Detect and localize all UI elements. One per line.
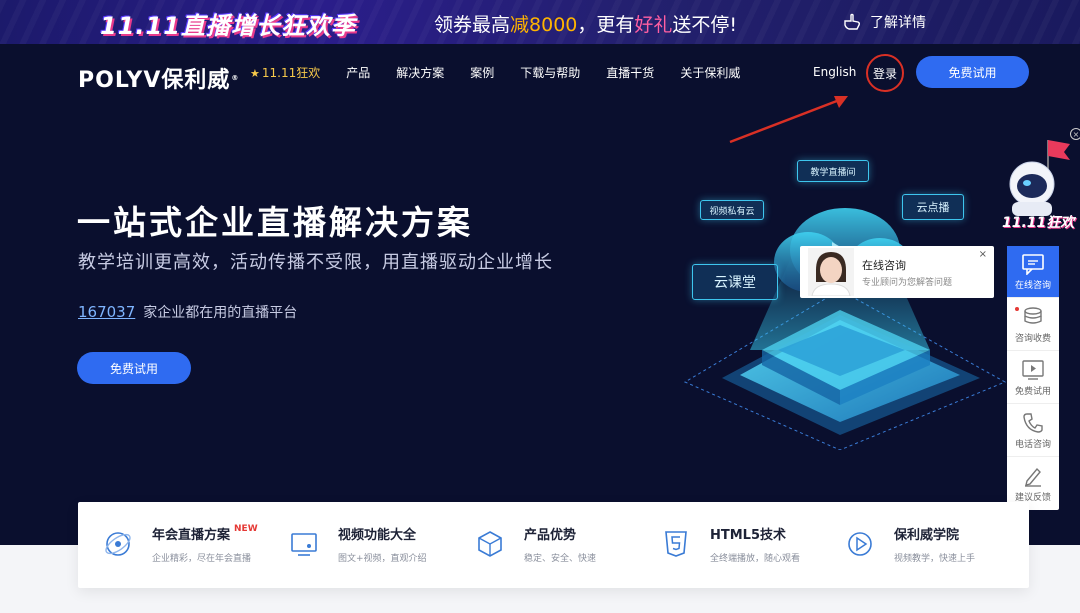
coins-icon — [1024, 306, 1042, 324]
hero-title: 一站式企业直播解决方案 — [77, 203, 473, 242]
main-nav: ★ 11.11狂欢 产品 解决方案 案例 下载与帮助 直播干货 关于保利威 — [250, 64, 766, 81]
play-screen-icon — [1022, 359, 1044, 380]
feature-item-annual-live[interactable]: 年会直播方案 NEW 企业精彩，尽在年会直播 — [102, 524, 258, 564]
hero-subtitle: 教学培训更高效，活动传播不受限，用直播驱动企业增长 — [78, 252, 553, 273]
consultant-avatar — [808, 248, 854, 296]
feature-item-advantages[interactable]: 产品优势 稳定、安全、快速 — [474, 524, 596, 564]
nav-item-downloads[interactable]: 下载与帮助 — [520, 64, 580, 81]
feature-title: HTML5技术 — [710, 528, 787, 543]
play-circle-icon — [848, 532, 872, 556]
tag-teaching-live: 教学直播间 — [797, 160, 869, 182]
nav-item-products[interactable]: 产品 — [346, 64, 370, 81]
free-trial-button[interactable]: 免费试用 — [916, 56, 1029, 88]
consult-popup[interactable]: 在线咨询 专业顾问为您解答问题 × — [800, 246, 994, 298]
login-button[interactable]: 登录 — [866, 54, 904, 92]
promo-detail-label: 了解详情 — [870, 15, 926, 31]
phone-icon — [1023, 412, 1043, 433]
language-switch[interactable]: English — [813, 65, 856, 79]
mascot-label: 11.11狂欢 — [1002, 215, 1075, 231]
feature-desc: 全终端播放，随心观看 — [710, 554, 801, 564]
pointing-hand-icon — [844, 13, 861, 30]
nav-item-live-tips[interactable]: 直播干货 — [606, 64, 654, 81]
html5-icon — [665, 531, 687, 557]
nav-item-cases[interactable]: 案例 — [470, 64, 494, 81]
cloud-illustration: 教学直播间 视频私有云 云点播 云课堂 — [680, 150, 1010, 451]
star-icon: ★ — [250, 67, 260, 80]
feature-item-academy[interactable]: 保利威学院 视频教学，快速上手 — [844, 524, 975, 564]
floating-sidebar: 在线咨询 咨询收费 免费试用 电话咨询 建议反馈 — [1007, 246, 1059, 510]
sidebar-item-pricing[interactable]: 咨询收费 — [1007, 299, 1059, 351]
top-nav: POLYV保利威 ® ★ 11.11狂欢 产品 解决方案 案例 下载与帮助 直播干货… — [0, 44, 1080, 100]
notification-dot — [1015, 307, 1019, 311]
enterprise-count-link[interactable]: 167037 — [78, 303, 135, 321]
promo-message: 领券最高减8000，更有好礼送不停! — [434, 14, 738, 36]
tag-video-cloud: 视频私有云 — [700, 200, 764, 220]
feature-desc: 企业精彩，尽在年会直播 — [152, 554, 252, 564]
annotation-arrow-icon — [729, 96, 848, 144]
feature-title: 视频功能大全 — [338, 528, 417, 543]
hero-stat: 167037 家企业都在用的直播平台 — [78, 303, 298, 321]
sidebar-item-free-trial[interactable]: 免费试用 — [1007, 352, 1059, 404]
feature-desc: 稳定、安全、快速 — [524, 554, 597, 564]
promo-detail-link[interactable]: 了解详情 — [842, 12, 926, 32]
cube-icon — [478, 531, 502, 557]
chat-icon — [1022, 253, 1044, 275]
edit-pen-icon — [1025, 467, 1041, 487]
feature-desc: 视频教学，快速上手 — [894, 554, 976, 564]
close-icon[interactable]: × — [979, 249, 987, 260]
consult-desc: 专业顾问为您解答问题 — [862, 278, 953, 288]
feature-title: 保利威学院 — [894, 528, 960, 543]
tag-cloud-classroom: 云课堂 — [692, 264, 778, 300]
new-badge: NEW — [234, 524, 258, 534]
sidebar-item-phone[interactable]: 电话咨询 — [1007, 405, 1059, 457]
feature-item-video-features[interactable]: 视频功能大全 图文+视频，直观介绍 — [288, 524, 427, 564]
feature-title: 产品优势 — [524, 528, 577, 543]
nav-item-promo[interactable]: ★ 11.11狂欢 — [250, 64, 320, 81]
nav-item-about[interactable]: 关于保利威 — [680, 64, 740, 81]
monitor-icon — [291, 533, 317, 556]
feature-title: 年会直播方案 — [152, 528, 231, 543]
promo-banner[interactable]: 11.11直播增长狂欢季 领券最高减8000，更有好礼送不停! 了解详情 — [0, 0, 1080, 44]
close-icon[interactable]: × — [1070, 128, 1080, 140]
promo-title: 11.11直播增长狂欢季 — [100, 12, 356, 40]
orbit-icon — [105, 532, 131, 556]
nav-item-solutions[interactable]: 解决方案 — [396, 64, 444, 81]
polyv-logo[interactable]: POLYV保利威 ® — [78, 62, 239, 94]
feature-item-html5[interactable]: HTML5技术 全终端播放，随心观看 — [660, 524, 800, 564]
hero-free-trial-button[interactable]: 免费试用 — [77, 352, 191, 384]
feature-card: 年会直播方案 NEW 企业精彩，尽在年会直播 视频功能大全 图文+视频，直观介绍 … — [78, 502, 1029, 588]
sidebar-item-online-consult[interactable]: 在线咨询 — [1007, 246, 1059, 298]
feature-desc: 图文+视频，直观介绍 — [338, 554, 427, 564]
consult-title: 在线咨询 — [862, 259, 906, 272]
tag-vod: 云点播 — [902, 194, 964, 220]
